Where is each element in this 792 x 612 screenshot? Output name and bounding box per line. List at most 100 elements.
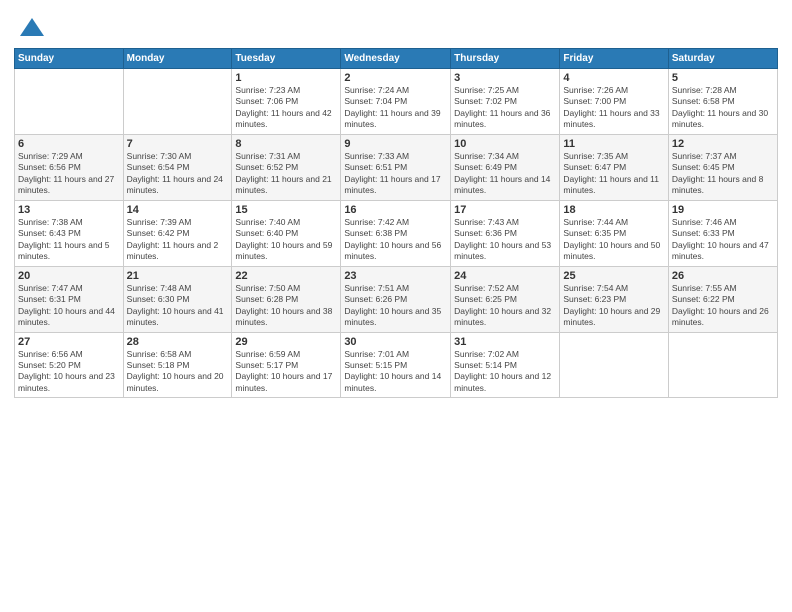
day-number: 13 (18, 204, 120, 216)
calendar-cell: 7Sunrise: 7:30 AMSunset: 6:54 PMDaylight… (123, 134, 232, 200)
day-info: Sunrise: 7:25 AMSunset: 7:02 PMDaylight:… (454, 85, 556, 131)
day-number: 30 (344, 336, 447, 348)
calendar-cell (560, 332, 668, 398)
day-info: Sunrise: 7:26 AMSunset: 7:00 PMDaylight:… (563, 85, 664, 131)
week-row-4: 20Sunrise: 7:47 AMSunset: 6:31 PMDayligh… (15, 266, 778, 332)
day-number: 9 (344, 138, 447, 150)
day-number: 15 (235, 204, 337, 216)
day-info: Sunrise: 7:47 AMSunset: 6:31 PMDaylight:… (18, 283, 120, 329)
day-number: 12 (672, 138, 774, 150)
day-number: 2 (344, 72, 447, 84)
day-info: Sunrise: 7:35 AMSunset: 6:47 PMDaylight:… (563, 151, 664, 197)
calendar-cell: 11Sunrise: 7:35 AMSunset: 6:47 PMDayligh… (560, 134, 668, 200)
day-number: 19 (672, 204, 774, 216)
calendar-cell: 8Sunrise: 7:31 AMSunset: 6:52 PMDaylight… (232, 134, 341, 200)
calendar-cell: 6Sunrise: 7:29 AMSunset: 6:56 PMDaylight… (15, 134, 124, 200)
calendar-cell: 26Sunrise: 7:55 AMSunset: 6:22 PMDayligh… (668, 266, 777, 332)
week-row-3: 13Sunrise: 7:38 AMSunset: 6:43 PMDayligh… (15, 200, 778, 266)
weekday-header-wednesday: Wednesday (341, 49, 451, 69)
day-info: Sunrise: 7:39 AMSunset: 6:42 PMDaylight:… (127, 217, 229, 263)
day-number: 22 (235, 270, 337, 282)
logo (14, 14, 46, 42)
day-number: 24 (454, 270, 556, 282)
day-info: Sunrise: 7:28 AMSunset: 6:58 PMDaylight:… (672, 85, 774, 131)
calendar-cell: 29Sunrise: 6:59 AMSunset: 5:17 PMDayligh… (232, 332, 341, 398)
day-info: Sunrise: 7:52 AMSunset: 6:25 PMDaylight:… (454, 283, 556, 329)
calendar-cell (123, 69, 232, 135)
calendar-cell: 22Sunrise: 7:50 AMSunset: 6:28 PMDayligh… (232, 266, 341, 332)
day-info: Sunrise: 7:34 AMSunset: 6:49 PMDaylight:… (454, 151, 556, 197)
day-number: 18 (563, 204, 664, 216)
day-info: Sunrise: 6:56 AMSunset: 5:20 PMDaylight:… (18, 349, 120, 395)
week-row-2: 6Sunrise: 7:29 AMSunset: 6:56 PMDaylight… (15, 134, 778, 200)
day-number: 3 (454, 72, 556, 84)
day-number: 25 (563, 270, 664, 282)
calendar-cell: 17Sunrise: 7:43 AMSunset: 6:36 PMDayligh… (451, 200, 560, 266)
day-number: 6 (18, 138, 120, 150)
day-info: Sunrise: 7:02 AMSunset: 5:14 PMDaylight:… (454, 349, 556, 395)
logo-icon (18, 14, 46, 42)
day-info: Sunrise: 7:50 AMSunset: 6:28 PMDaylight:… (235, 283, 337, 329)
calendar-cell: 15Sunrise: 7:40 AMSunset: 6:40 PMDayligh… (232, 200, 341, 266)
day-info: Sunrise: 7:01 AMSunset: 5:15 PMDaylight:… (344, 349, 447, 395)
day-info: Sunrise: 7:54 AMSunset: 6:23 PMDaylight:… (563, 283, 664, 329)
calendar-cell: 24Sunrise: 7:52 AMSunset: 6:25 PMDayligh… (451, 266, 560, 332)
day-number: 21 (127, 270, 229, 282)
calendar-cell: 30Sunrise: 7:01 AMSunset: 5:15 PMDayligh… (341, 332, 451, 398)
day-number: 16 (344, 204, 447, 216)
day-number: 8 (235, 138, 337, 150)
day-number: 5 (672, 72, 774, 84)
day-number: 28 (127, 336, 229, 348)
day-number: 4 (563, 72, 664, 84)
calendar-cell: 4Sunrise: 7:26 AMSunset: 7:00 PMDaylight… (560, 69, 668, 135)
calendar-cell: 20Sunrise: 7:47 AMSunset: 6:31 PMDayligh… (15, 266, 124, 332)
calendar-cell (668, 332, 777, 398)
weekday-header-thursday: Thursday (451, 49, 560, 69)
day-info: Sunrise: 7:42 AMSunset: 6:38 PMDaylight:… (344, 217, 447, 263)
day-info: Sunrise: 7:29 AMSunset: 6:56 PMDaylight:… (18, 151, 120, 197)
calendar-cell: 25Sunrise: 7:54 AMSunset: 6:23 PMDayligh… (560, 266, 668, 332)
weekday-header-monday: Monday (123, 49, 232, 69)
calendar-cell: 28Sunrise: 6:58 AMSunset: 5:18 PMDayligh… (123, 332, 232, 398)
day-info: Sunrise: 7:30 AMSunset: 6:54 PMDaylight:… (127, 151, 229, 197)
weekday-header-tuesday: Tuesday (232, 49, 341, 69)
calendar-cell: 1Sunrise: 7:23 AMSunset: 7:06 PMDaylight… (232, 69, 341, 135)
day-number: 29 (235, 336, 337, 348)
day-number: 20 (18, 270, 120, 282)
day-info: Sunrise: 7:46 AMSunset: 6:33 PMDaylight:… (672, 217, 774, 263)
day-number: 14 (127, 204, 229, 216)
day-info: Sunrise: 7:55 AMSunset: 6:22 PMDaylight:… (672, 283, 774, 329)
weekday-header-friday: Friday (560, 49, 668, 69)
weekday-header-saturday: Saturday (668, 49, 777, 69)
calendar-cell: 14Sunrise: 7:39 AMSunset: 6:42 PMDayligh… (123, 200, 232, 266)
day-number: 26 (672, 270, 774, 282)
calendar-cell (15, 69, 124, 135)
weekday-header-sunday: Sunday (15, 49, 124, 69)
calendar-cell: 16Sunrise: 7:42 AMSunset: 6:38 PMDayligh… (341, 200, 451, 266)
day-number: 1 (235, 72, 337, 84)
day-info: Sunrise: 7:48 AMSunset: 6:30 PMDaylight:… (127, 283, 229, 329)
calendar-cell: 13Sunrise: 7:38 AMSunset: 6:43 PMDayligh… (15, 200, 124, 266)
day-info: Sunrise: 7:24 AMSunset: 7:04 PMDaylight:… (344, 85, 447, 131)
calendar-cell: 2Sunrise: 7:24 AMSunset: 7:04 PMDaylight… (341, 69, 451, 135)
day-info: Sunrise: 7:40 AMSunset: 6:40 PMDaylight:… (235, 217, 337, 263)
week-row-1: 1Sunrise: 7:23 AMSunset: 7:06 PMDaylight… (15, 69, 778, 135)
week-row-5: 27Sunrise: 6:56 AMSunset: 5:20 PMDayligh… (15, 332, 778, 398)
day-info: Sunrise: 7:37 AMSunset: 6:45 PMDaylight:… (672, 151, 774, 197)
day-info: Sunrise: 7:43 AMSunset: 6:36 PMDaylight:… (454, 217, 556, 263)
day-number: 27 (18, 336, 120, 348)
day-info: Sunrise: 6:58 AMSunset: 5:18 PMDaylight:… (127, 349, 229, 395)
header (14, 10, 778, 42)
weekday-header-row: SundayMondayTuesdayWednesdayThursdayFrid… (15, 49, 778, 69)
calendar-cell: 21Sunrise: 7:48 AMSunset: 6:30 PMDayligh… (123, 266, 232, 332)
day-number: 7 (127, 138, 229, 150)
day-info: Sunrise: 7:44 AMSunset: 6:35 PMDaylight:… (563, 217, 664, 263)
calendar-cell: 31Sunrise: 7:02 AMSunset: 5:14 PMDayligh… (451, 332, 560, 398)
calendar-cell: 27Sunrise: 6:56 AMSunset: 5:20 PMDayligh… (15, 332, 124, 398)
day-number: 31 (454, 336, 556, 348)
page: SundayMondayTuesdayWednesdayThursdayFrid… (0, 0, 792, 408)
calendar-cell: 9Sunrise: 7:33 AMSunset: 6:51 PMDaylight… (341, 134, 451, 200)
day-number: 10 (454, 138, 556, 150)
calendar-table: SundayMondayTuesdayWednesdayThursdayFrid… (14, 48, 778, 398)
day-info: Sunrise: 7:31 AMSunset: 6:52 PMDaylight:… (235, 151, 337, 197)
